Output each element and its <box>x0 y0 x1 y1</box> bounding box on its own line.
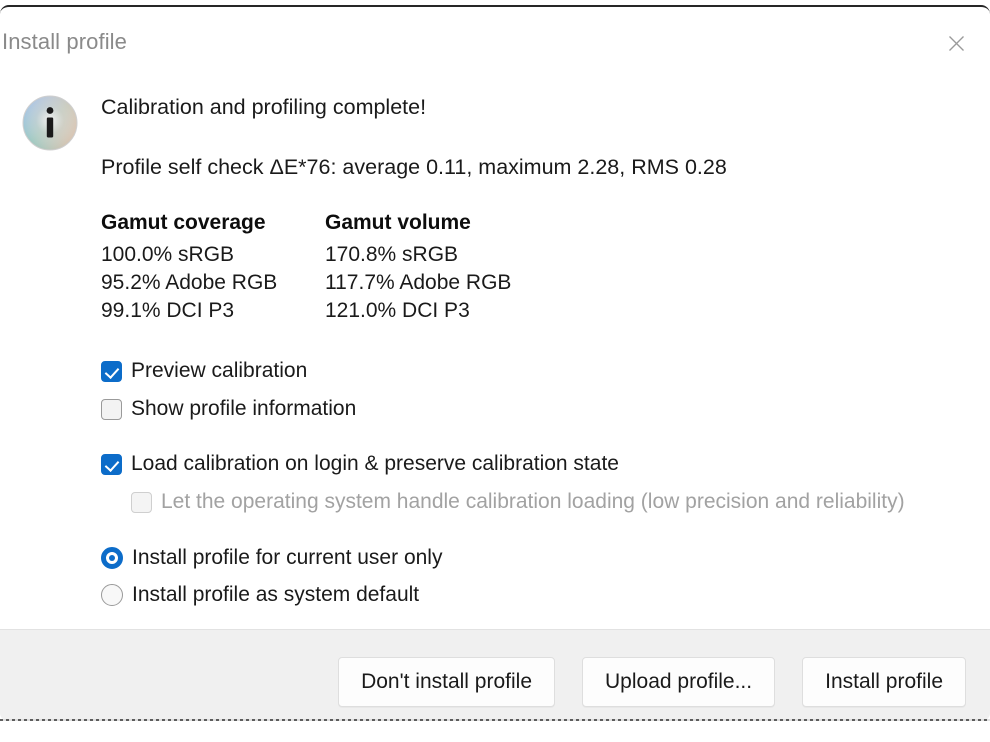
headline-text: Calibration and profiling complete! <box>101 95 427 119</box>
dialog-titlebar: Install profile <box>0 7 990 69</box>
radio-install-current-user[interactable]: Install profile for current user only <box>101 546 442 570</box>
gamut-coverage-header: Gamut coverage <box>101 211 266 234</box>
checkbox-indicator[interactable] <box>101 360 122 382</box>
footer-button-group: Don't install profile Upload profile... … <box>338 657 966 707</box>
dont-install-profile-button[interactable]: Don't install profile <box>338 657 556 707</box>
radio-indicator[interactable] <box>101 584 123 606</box>
gamut-coverage-dcip3: 99.1% DCI P3 <box>101 299 235 322</box>
gamut-coverage-adobergb: 95.2% Adobe RGB <box>101 271 278 294</box>
window-bottom-edge <box>0 719 990 721</box>
checkbox-indicator <box>131 491 152 513</box>
color-info-icon <box>20 93 80 153</box>
install-profile-button[interactable]: Install profile <box>802 657 966 707</box>
radio-install-current-user-label: Install profile for current user only <box>132 546 443 569</box>
dialog-title: Install profile <box>2 29 128 54</box>
checkbox-indicator[interactable] <box>101 398 122 420</box>
radio-indicator[interactable] <box>101 547 123 569</box>
gamut-volume-dcip3: 121.0% DCI P3 <box>325 299 470 322</box>
checkbox-indicator[interactable] <box>101 453 122 475</box>
upload-profile-button[interactable]: Upload profile... <box>582 657 776 707</box>
checkbox-show-profile-information-label: Show profile information <box>131 397 357 420</box>
gamut-volume-header: Gamut volume <box>325 211 471 234</box>
radio-install-system-default[interactable]: Install profile as system default <box>101 583 419 607</box>
gamut-coverage-srgb: 100.0% sRGB <box>101 243 235 266</box>
checkbox-load-calibration-on-login[interactable]: Load calibration on login & preserve cal… <box>101 452 619 476</box>
checkbox-os-handle-calibration-label: Let the operating system handle calibrat… <box>161 490 905 513</box>
checkbox-load-calibration-on-login-label: Load calibration on login & preserve cal… <box>131 452 619 475</box>
close-icon[interactable] <box>927 19 985 67</box>
checkbox-preview-calibration[interactable]: Preview calibration <box>101 359 307 383</box>
gamut-coverage-column: Gamut coverage 100.0% sRGB 95.2% Adobe R… <box>101 211 325 325</box>
checkbox-show-profile-information[interactable]: Show profile information <box>101 397 356 421</box>
dialog-footer: Don't install profile Upload profile... … <box>0 629 990 721</box>
gamut-volume-srgb: 170.8% sRGB <box>325 243 459 266</box>
install-profile-dialog: Install profile Calibration and profilin… <box>0 5 990 721</box>
gamut-volume-column: Gamut volume 170.8% sRGB 117.7% Adobe RG… <box>325 211 511 325</box>
self-check-text: Profile self check ΔE*76: average 0.11, … <box>101 155 727 179</box>
gamut-volume-adobergb: 117.7% Adobe RGB <box>325 271 512 294</box>
checkbox-os-handle-calibration: Let the operating system handle calibrat… <box>131 490 905 514</box>
dialog-content: Calibration and profiling complete! Prof… <box>0 69 990 629</box>
radio-install-system-default-label: Install profile as system default <box>132 583 420 606</box>
gamut-table: Gamut coverage 100.0% sRGB 95.2% Adobe R… <box>101 211 511 325</box>
checkbox-preview-calibration-label: Preview calibration <box>131 359 308 382</box>
